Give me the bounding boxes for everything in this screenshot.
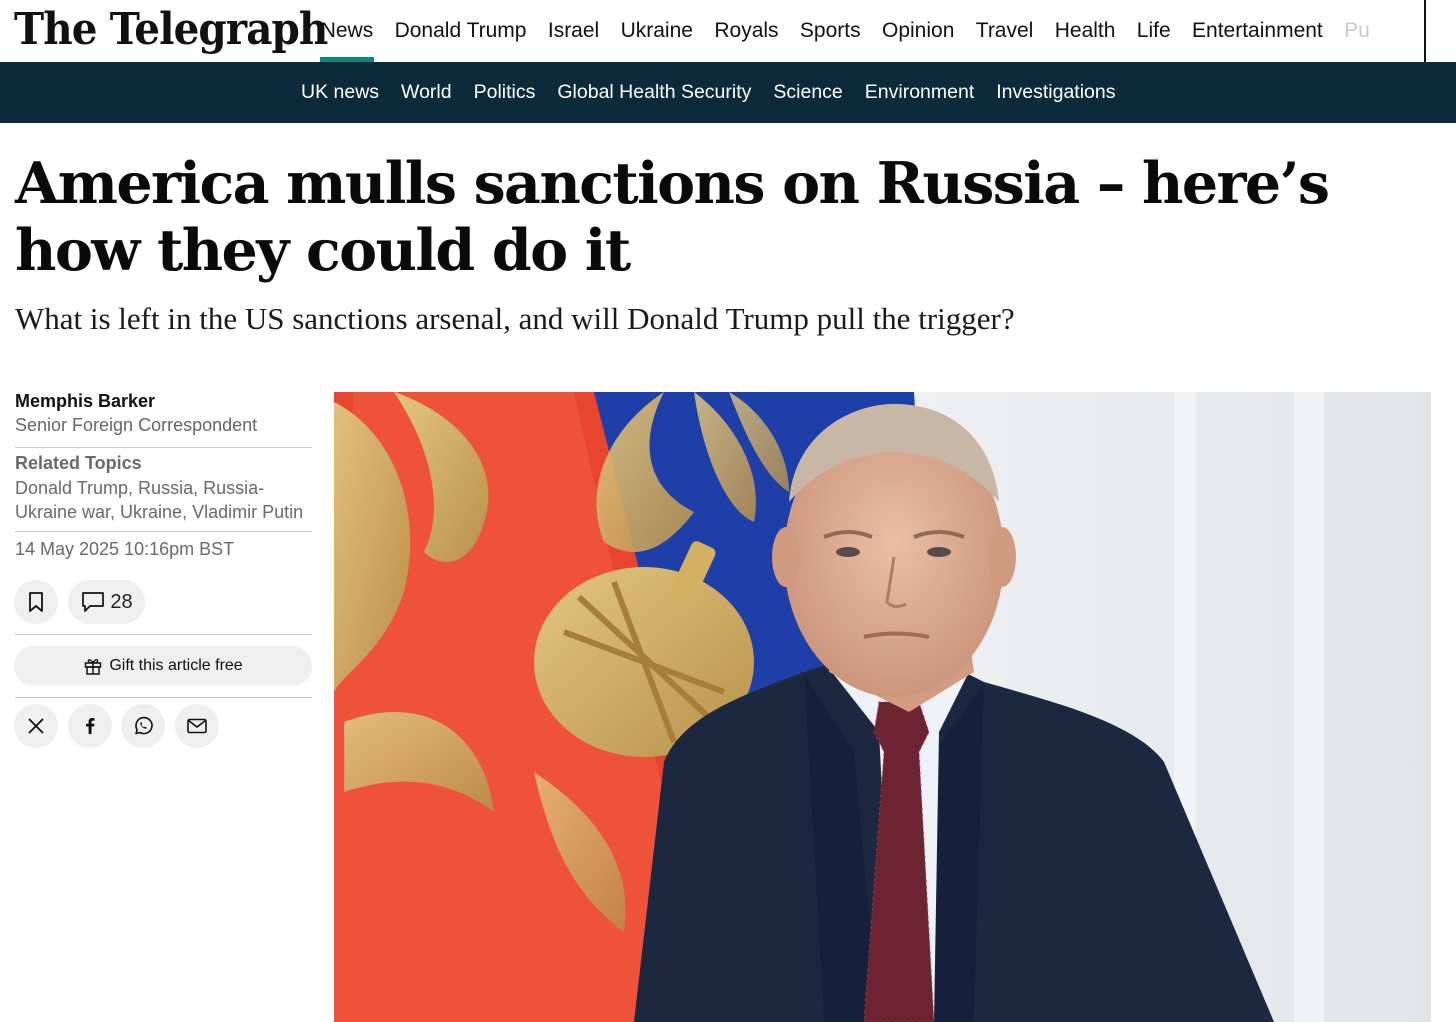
subnav-item-politics[interactable]: Politics <box>463 81 547 104</box>
nav-item-overflow[interactable]: Pu <box>1333 0 1380 62</box>
nav-item-donald-trump[interactable]: Donald Trump <box>384 0 537 62</box>
hero-image <box>334 392 1431 1022</box>
primary-nav: News Donald Trump Israel Ukraine Royals … <box>310 0 1381 62</box>
nav-item-sports[interactable]: Sports <box>789 0 871 62</box>
author-role: Senior Foreign Correspondent <box>15 415 258 435</box>
share-x-button[interactable] <box>14 704 58 748</box>
nav-item-entertainment[interactable]: Entertainment <box>1181 0 1333 62</box>
subnav-item-uk-news[interactable]: UK news <box>290 81 390 104</box>
facebook-icon <box>86 718 95 734</box>
bookmark-button[interactable] <box>14 580 58 624</box>
article-meta: Memphis Barker Senior Foreign Correspond… <box>15 390 312 560</box>
nav-item-royals[interactable]: Royals <box>704 0 790 62</box>
comment-count: 28 <box>110 590 133 613</box>
divider <box>15 531 312 532</box>
article-headline: America mulls sanctions on Russia – here… <box>15 150 1330 284</box>
gift-article-button[interactable]: Gift this article free <box>14 646 312 686</box>
top-navigation: The Telegraph News Donald Trump Israel U… <box>0 0 1456 62</box>
secondary-navigation: UK news World Politics Global Health Sec… <box>0 62 1456 123</box>
subnav-item-global-health-security[interactable]: Global Health Security <box>546 81 762 104</box>
subnav-item-science[interactable]: Science <box>762 81 853 104</box>
share-whatsapp-button[interactable] <box>121 704 165 748</box>
x-icon <box>28 718 44 734</box>
nav-item-life[interactable]: Life <box>1126 0 1181 62</box>
author-name[interactable]: Memphis Barker <box>15 390 312 412</box>
comments-button[interactable]: 28 <box>68 580 145 624</box>
related-topics-title: Related Topics <box>15 453 142 473</box>
comment-icon <box>82 592 105 612</box>
subnav-item-world[interactable]: World <box>390 81 463 104</box>
email-icon <box>187 718 207 734</box>
article-standfirst: What is left in the US sanctions arsenal… <box>15 301 1015 336</box>
primary-nav-clip: News Donald Trump Israel Ukraine Royals … <box>0 0 1412 62</box>
nav-item-health[interactable]: Health <box>1044 0 1126 62</box>
subnav-item-environment[interactable]: Environment <box>854 81 985 104</box>
president-portrait-illustration <box>334 392 1431 1022</box>
bookmark-icon <box>29 592 43 612</box>
related-topics-list[interactable]: Donald Trump, Russia, Russia-Ukraine war… <box>15 476 312 524</box>
share-email-button[interactable] <box>175 704 219 748</box>
gift-article-label: Gift this article free <box>109 657 243 674</box>
gift-icon <box>85 659 102 675</box>
divider <box>15 697 312 698</box>
nav-item-opinion[interactable]: Opinion <box>871 0 965 62</box>
nav-item-ukraine[interactable]: Ukraine <box>610 0 704 62</box>
divider <box>15 634 312 635</box>
nav-item-israel[interactable]: Israel <box>537 0 610 62</box>
share-facebook-button[interactable] <box>68 704 112 748</box>
nav-item-news[interactable]: News <box>310 0 384 62</box>
nav-divider <box>1424 0 1426 62</box>
nav-item-travel[interactable]: Travel <box>965 0 1044 62</box>
whatsapp-icon <box>135 716 153 735</box>
sub-nav: UK news World Politics Global Health Sec… <box>290 62 1127 123</box>
subnav-item-investigations[interactable]: Investigations <box>985 81 1126 104</box>
divider <box>15 447 312 448</box>
publish-date: 14 May 2025 10:16pm BST <box>15 539 235 559</box>
